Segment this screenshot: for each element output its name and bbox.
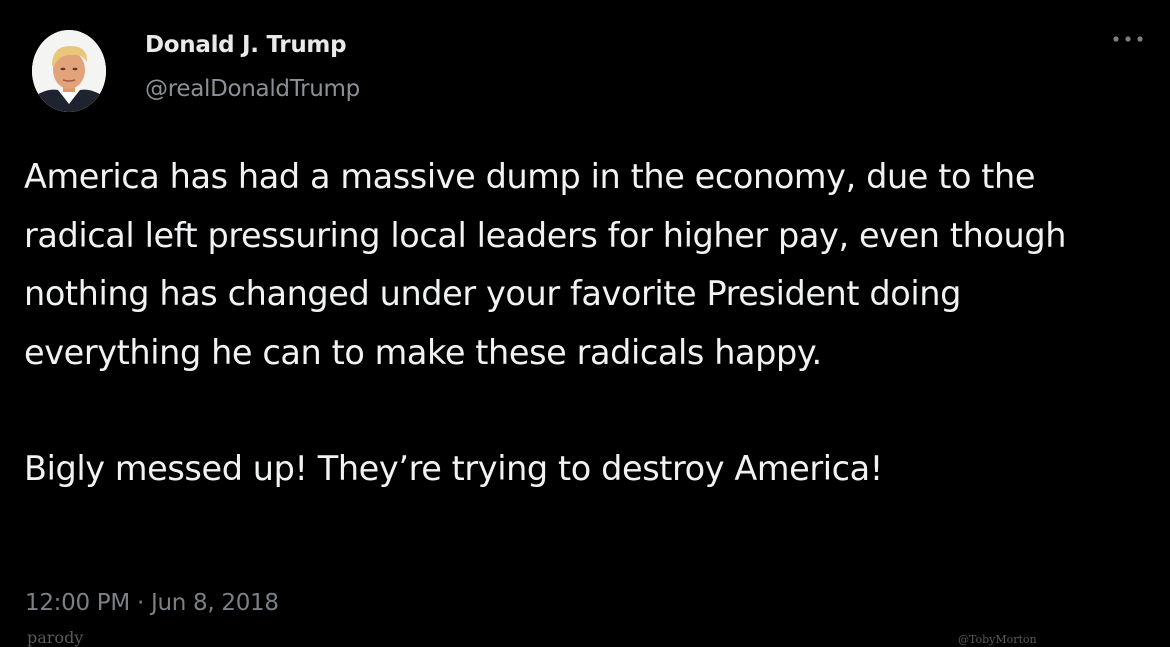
ellipsis-icon bbox=[1113, 36, 1143, 42]
author-handle[interactable]: @realDonaldTrump bbox=[145, 76, 360, 102]
tweet-text: America has had a massive dump in the ec… bbox=[24, 148, 1144, 499]
tweet-date[interactable]: Jun 8, 2018 bbox=[151, 590, 279, 616]
tweet-card: Donald J. Trump @realDonaldTrump America… bbox=[0, 0, 1170, 647]
tweet-timestamp: 12:00 PM · Jun 8, 2018 bbox=[25, 590, 279, 616]
timestamp-separator: · bbox=[136, 590, 144, 616]
avatar[interactable] bbox=[32, 30, 106, 112]
more-options-button[interactable] bbox=[1108, 26, 1148, 52]
author-watermark: @TobyMorton bbox=[958, 633, 1037, 646]
tweet-paragraph: America has had a massive dump in the ec… bbox=[24, 157, 1067, 372]
author-name[interactable]: Donald J. Trump bbox=[145, 32, 347, 58]
parody-watermark: parody bbox=[27, 628, 84, 647]
tweet-time[interactable]: 12:00 PM bbox=[25, 590, 130, 616]
tweet-paragraph: Bigly messed up! They’re trying to destr… bbox=[24, 449, 883, 488]
profile-photo-icon bbox=[32, 30, 106, 112]
